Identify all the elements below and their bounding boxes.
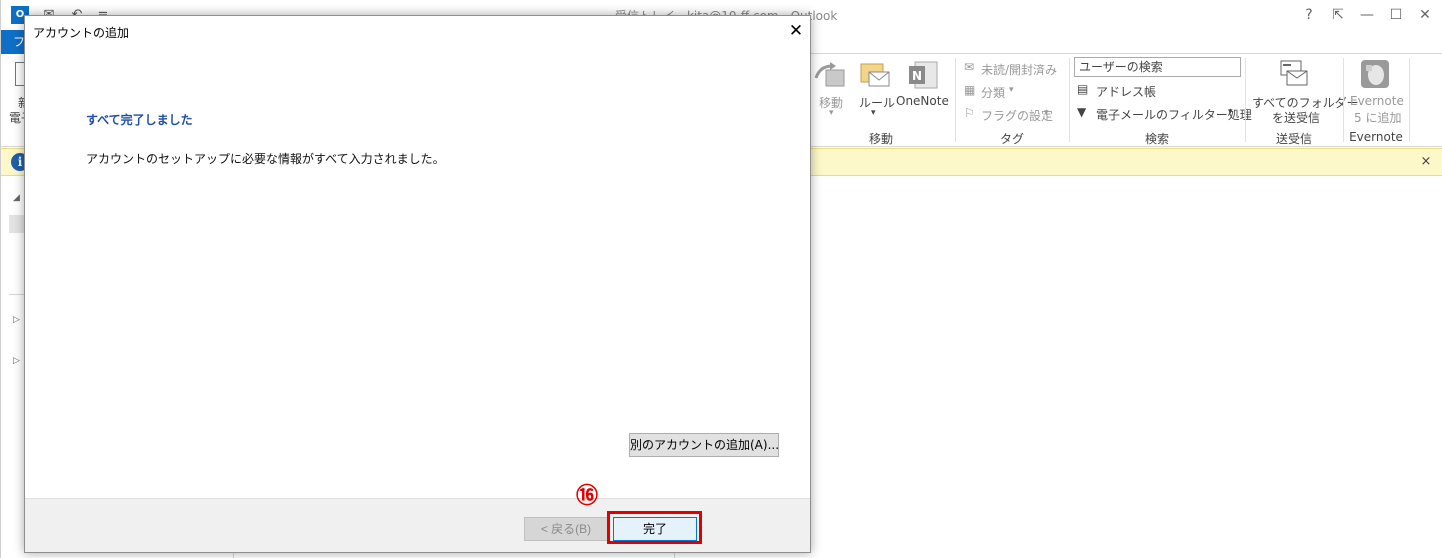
ribbon-group-separator: [1343, 58, 1344, 142]
dialog-title: アカウントの追加: [33, 26, 130, 40]
add-another-account-button[interactable]: 別のアカウントの追加(A)...: [629, 433, 779, 457]
window-close-button[interactable]: ✕: [1411, 5, 1439, 25]
address-book-button[interactable]: アドレス帳: [1096, 83, 1156, 100]
categorize-dropdown-icon[interactable]: ▾: [1009, 85, 1014, 95]
search-group-label: 検索: [1144, 132, 1169, 146]
categorize-icon[interactable]: ▦: [964, 83, 975, 97]
evernote-add-label[interactable]: Evernote: [1350, 94, 1404, 108]
ribbon-display-options-button[interactable]: ⇱: [1324, 5, 1352, 25]
send-receive-group-label: 送受信: [1275, 132, 1312, 146]
back-button[interactable]: < 戻る(B): [524, 517, 608, 541]
filter-icon[interactable]: ▼: [1077, 105, 1086, 119]
send-receive-all-label-2[interactable]: を送受信: [1272, 109, 1320, 126]
tags-group-label: タグ: [999, 132, 1024, 146]
step-16-marker: ⑯: [575, 484, 598, 509]
svg-text:N: N: [912, 69, 922, 83]
dialog-close-button[interactable]: ✕: [781, 18, 811, 44]
evernote-group-label: Evernote: [1349, 130, 1403, 144]
move-icon[interactable]: [814, 60, 846, 90]
filter-email-dropdown-icon[interactable]: ▾: [1228, 107, 1233, 117]
completion-heading: すべて完了しました: [86, 113, 193, 127]
rules-icon[interactable]: [859, 60, 891, 90]
completion-message: アカウントのセットアップに必要な情報がすべて入力されました。: [86, 152, 445, 166]
move-dropdown-icon[interactable]: ▾: [829, 108, 834, 118]
send-receive-all-icon[interactable]: [1277, 59, 1309, 87]
unread-read-button[interactable]: 未読/開封済み: [981, 61, 1057, 78]
ribbon-group-separator: [1069, 58, 1070, 142]
maximize-button[interactable]: ☐: [1382, 5, 1410, 25]
finish-button-highlight: [607, 511, 702, 544]
ribbon-group-separator: [1409, 58, 1410, 142]
onenote-icon[interactable]: N: [907, 60, 939, 90]
address-book-icon[interactable]: ▤: [1077, 82, 1088, 96]
info-bar-close-button[interactable]: ×: [1418, 153, 1434, 171]
expand-arrow-icon[interactable]: ▷: [13, 315, 20, 325]
expand-arrow-icon[interactable]: ▷: [13, 356, 20, 366]
unread-read-icon[interactable]: ✉: [964, 60, 974, 74]
add-account-dialog: アカウントの追加 ✕ すべて完了しました アカウントのセットアップに必要な情報が…: [24, 15, 811, 553]
follow-up-button[interactable]: フラグの設定: [981, 107, 1053, 124]
evernote-icon[interactable]: [1360, 59, 1390, 89]
collapse-arrow-icon[interactable]: ◢: [13, 193, 20, 203]
categorize-button[interactable]: 分類: [981, 84, 1005, 101]
ribbon-group-separator: [1245, 58, 1246, 142]
follow-up-dropdown-icon[interactable]: ▾: [1044, 108, 1049, 118]
rules-button-label[interactable]: ルール: [859, 94, 895, 111]
rules-dropdown-icon[interactable]: ▾: [871, 108, 876, 118]
search-people-input[interactable]: ユーザーの検索: [1074, 57, 1241, 77]
follow-up-flag-icon[interactable]: ⚐: [964, 106, 975, 120]
minimize-button[interactable]: —: [1353, 5, 1381, 25]
move-group-label: 移動: [868, 132, 893, 146]
ribbon-group-separator: [955, 58, 956, 142]
onenote-button-label[interactable]: OneNote: [896, 94, 949, 108]
help-button[interactable]: ?: [1295, 5, 1323, 25]
evernote-add-label-2[interactable]: 5 に追加: [1354, 109, 1401, 126]
